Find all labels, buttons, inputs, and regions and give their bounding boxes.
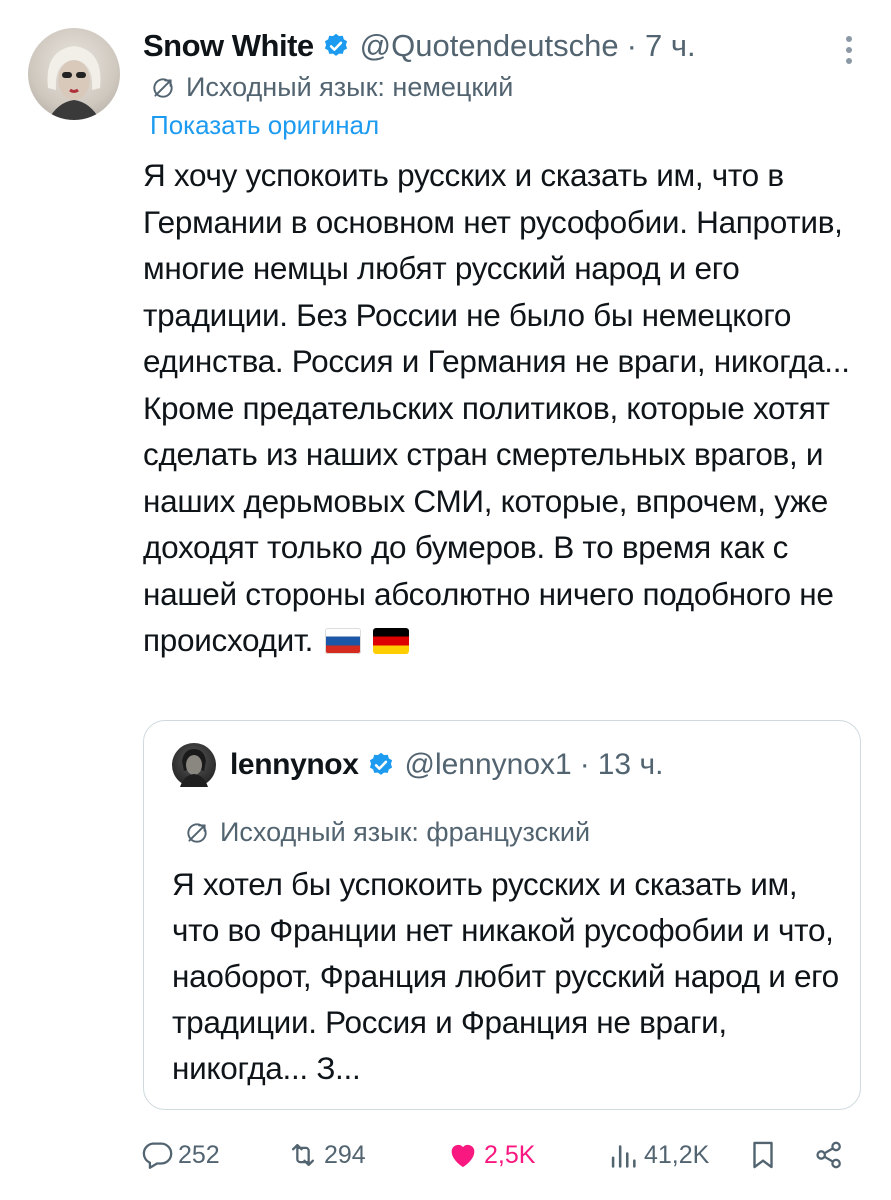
tweet-actions: 252 294 2,5K 41,2K <box>140 1130 860 1180</box>
quoted-tweet-header: lennynox @lennynox1 · 13 ч. <box>172 743 663 787</box>
more-vertical-icon[interactable] <box>845 36 853 66</box>
reply-button[interactable]: 252 <box>140 1138 220 1172</box>
repost-count: 294 <box>324 1140 366 1169</box>
like-count: 2,5K <box>484 1140 536 1169</box>
quoted-translation-label: Исходный язык: французский <box>220 817 591 847</box>
separator-dot: · <box>626 28 637 63</box>
translate-icon <box>153 77 173 98</box>
verified-badge-icon <box>369 752 392 775</box>
views-count: 41,2K <box>644 1140 710 1169</box>
translation-notice: Исходный язык: немецкий <box>150 72 513 103</box>
quoted-author-name: lennynox <box>230 748 359 781</box>
tweet-paragraph-2: Кроме предательских политиков, которые х… <box>143 385 863 664</box>
author-handle[interactable]: @Quotendeutsche <box>360 28 619 64</box>
tweet-text: Я хочу успокоить русских и сказать им, ч… <box>143 152 863 664</box>
repost-icon <box>291 1143 315 1167</box>
share-button[interactable] <box>812 1138 850 1172</box>
show-original-link[interactable]: Показать оригинал <box>150 110 379 141</box>
separator-dot: · <box>579 748 590 781</box>
author-avatar[interactable] <box>28 28 120 120</box>
views-icon <box>611 1145 636 1168</box>
quoted-tweet[interactable]: lennynox @lennynox1 · 13 ч. Исходный язы… <box>143 720 861 1110</box>
repost-button[interactable]: 294 <box>286 1138 366 1172</box>
views-button[interactable]: 41,2K <box>606 1138 709 1172</box>
reply-icon <box>142 1142 173 1169</box>
flag-russia <box>325 628 362 654</box>
quoted-tweet-time: 13 ч. <box>597 748 664 781</box>
tweet-header: Snow White @Quotendeutsche · 7 ч. <box>143 24 851 68</box>
verified-badge-icon <box>324 33 347 56</box>
translate-icon <box>187 822 207 843</box>
quoted-author-handle: @lennynox1 <box>404 748 572 781</box>
quoted-translation-notice: Исходный язык: французский <box>184 817 590 848</box>
flag-germany <box>373 628 410 654</box>
author-name[interactable]: Snow White <box>143 28 314 64</box>
quoted-tweet-text: Я хотел бы успокоить русских и сказать и… <box>172 866 839 1086</box>
tweet-paragraph-2-text: Кроме предательских политиков, которые х… <box>143 389 834 659</box>
bookmark-icon <box>753 1141 773 1169</box>
reply-count: 252 <box>178 1140 220 1169</box>
share-icon <box>816 1141 841 1169</box>
tweet-paragraph-1: Я хочу успокоить русских и сказать им, ч… <box>143 157 850 379</box>
bookmark-button[interactable] <box>746 1138 784 1172</box>
quoted-author-avatar <box>172 743 216 787</box>
heart-icon <box>451 1144 475 1168</box>
translation-label: Исходный язык: немецкий <box>186 72 514 102</box>
like-button[interactable]: 2,5K <box>446 1138 535 1172</box>
tweet-time[interactable]: 7 ч. <box>645 28 696 64</box>
